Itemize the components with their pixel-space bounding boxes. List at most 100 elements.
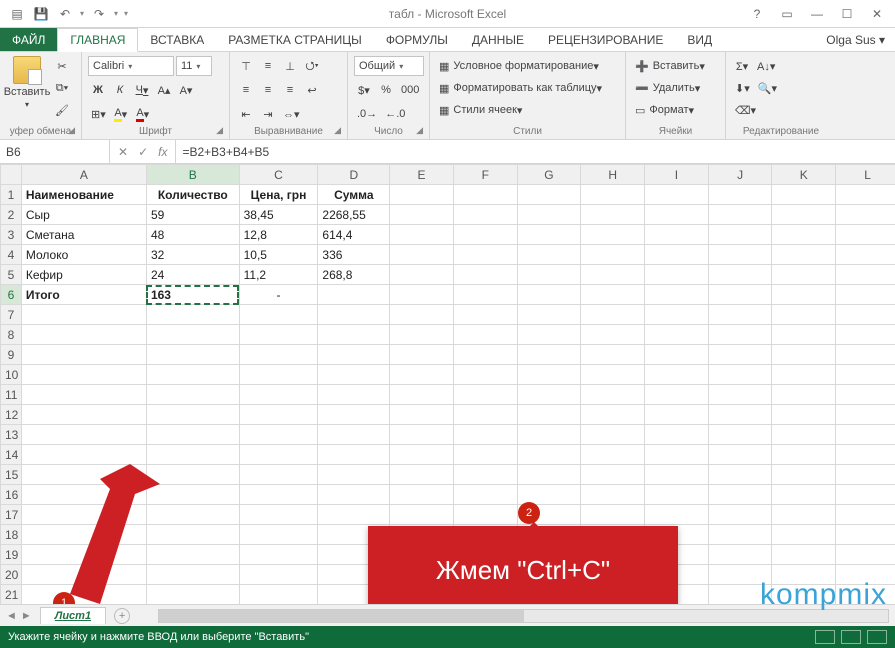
minimize-icon[interactable]: — (803, 4, 831, 24)
cell[interactable] (453, 425, 517, 445)
cell[interactable] (318, 405, 390, 425)
redo-icon[interactable]: ↷ (90, 5, 108, 23)
row-header[interactable]: 11 (1, 385, 22, 405)
cell[interactable] (772, 365, 836, 385)
cell[interactable] (581, 225, 645, 245)
page-layout-view-icon[interactable] (841, 630, 861, 644)
cell[interactable] (581, 185, 645, 205)
autosum-button[interactable]: Σ▾ (732, 56, 752, 76)
column-header[interactable]: B (146, 165, 239, 185)
decrease-decimal-button[interactable]: ←.0 (382, 104, 408, 124)
cell[interactable] (772, 385, 836, 405)
wrap-text-button[interactable]: ↩ (302, 80, 322, 100)
cell[interactable] (708, 205, 772, 225)
cell[interactable] (772, 545, 836, 565)
cell[interactable] (239, 345, 318, 365)
cell[interactable] (708, 545, 772, 565)
undo-dropdown-icon[interactable]: ▾ (80, 9, 84, 18)
cell[interactable] (836, 425, 895, 445)
cell[interactable] (146, 365, 239, 385)
cell[interactable] (517, 405, 581, 425)
new-sheet-button[interactable]: + (114, 608, 130, 624)
copy-button[interactable]: ⧉▾ (52, 78, 72, 98)
column-header[interactable]: A (21, 165, 146, 185)
cell[interactable] (517, 245, 581, 265)
cell[interactable] (836, 485, 895, 505)
cell[interactable] (146, 545, 239, 565)
merge-center-button[interactable]: ⇔▾ (280, 104, 303, 124)
cell[interactable] (708, 325, 772, 345)
cell[interactable] (581, 265, 645, 285)
cell[interactable] (239, 545, 318, 565)
cell[interactable] (390, 205, 454, 225)
sheet-nav-next-icon[interactable]: ► (21, 610, 32, 622)
cell[interactable] (708, 425, 772, 445)
column-header[interactable]: E (390, 165, 454, 185)
close-icon[interactable]: ✕ (863, 4, 891, 24)
cell[interactable] (836, 325, 895, 345)
tab-home[interactable]: ГЛАВНАЯ (57, 28, 138, 52)
cell[interactable]: 614,4 (318, 225, 390, 245)
cell[interactable] (239, 485, 318, 505)
cell[interactable] (836, 385, 895, 405)
cell[interactable] (517, 445, 581, 465)
cell[interactable] (318, 385, 390, 405)
cell[interactable] (708, 485, 772, 505)
cell[interactable] (645, 305, 709, 325)
cell[interactable]: 268,8 (318, 265, 390, 285)
formula-input[interactable]: =B2+B3+B4+B5 (176, 140, 895, 163)
cell[interactable] (581, 345, 645, 365)
row-header[interactable]: 4 (1, 245, 22, 265)
cell[interactable] (581, 425, 645, 445)
cell[interactable] (146, 445, 239, 465)
cell[interactable] (517, 225, 581, 245)
row-header[interactable]: 20 (1, 565, 22, 585)
cell[interactable] (390, 505, 454, 525)
cell[interactable] (772, 465, 836, 485)
align-left-button[interactable]: ≡ (236, 80, 256, 100)
clear-button[interactable]: ⌫▾ (732, 100, 759, 120)
cell[interactable]: Сумма (318, 185, 390, 205)
cancel-formula-icon[interactable]: ✕ (118, 145, 128, 159)
cell[interactable] (517, 205, 581, 225)
dialog-launcher-icon[interactable]: ◢ (416, 125, 423, 136)
cell[interactable] (239, 445, 318, 465)
paste-button[interactable]: Вставить ▾ (6, 56, 48, 109)
cell[interactable] (581, 285, 645, 305)
cell[interactable] (645, 185, 709, 205)
cell-selected[interactable]: 163 (146, 285, 239, 305)
italic-button[interactable]: К (110, 80, 130, 100)
cell[interactable] (318, 445, 390, 465)
cell[interactable] (146, 485, 239, 505)
cell[interactable] (645, 325, 709, 345)
cell[interactable] (239, 525, 318, 545)
cell[interactable] (708, 185, 772, 205)
sheet-tab[interactable]: Лист1 (40, 607, 106, 624)
cell[interactable] (645, 425, 709, 445)
cell[interactable] (146, 325, 239, 345)
tab-file[interactable]: ФАЙЛ (0, 28, 57, 51)
accounting-format-button[interactable]: $▾ (354, 80, 374, 100)
increase-indent-button[interactable]: ⇥ (258, 104, 278, 124)
cell[interactable] (836, 445, 895, 465)
cell[interactable] (772, 445, 836, 465)
worksheet-grid[interactable]: A B C D E F G H I J K L 1 Наименование К… (0, 164, 895, 604)
cell[interactable] (645, 405, 709, 425)
cell[interactable] (517, 425, 581, 445)
align-top-button[interactable]: ⊤ (236, 56, 256, 76)
font-size-combo[interactable]: 11▾ (176, 56, 212, 76)
cell[interactable] (239, 425, 318, 445)
cell[interactable] (453, 445, 517, 465)
cell[interactable] (772, 245, 836, 265)
save-icon[interactable]: 💾 (32, 5, 50, 23)
cell[interactable] (836, 505, 895, 525)
column-header[interactable]: F (453, 165, 517, 185)
tab-insert[interactable]: ВСТАВКА (138, 28, 216, 51)
align-bottom-button[interactable]: ⊥ (280, 56, 300, 76)
cell[interactable] (239, 365, 318, 385)
row-header[interactable]: 21 (1, 585, 22, 605)
cell[interactable] (708, 365, 772, 385)
cell[interactable] (146, 465, 239, 485)
cell[interactable]: 24 (146, 265, 239, 285)
cell[interactable] (146, 345, 239, 365)
